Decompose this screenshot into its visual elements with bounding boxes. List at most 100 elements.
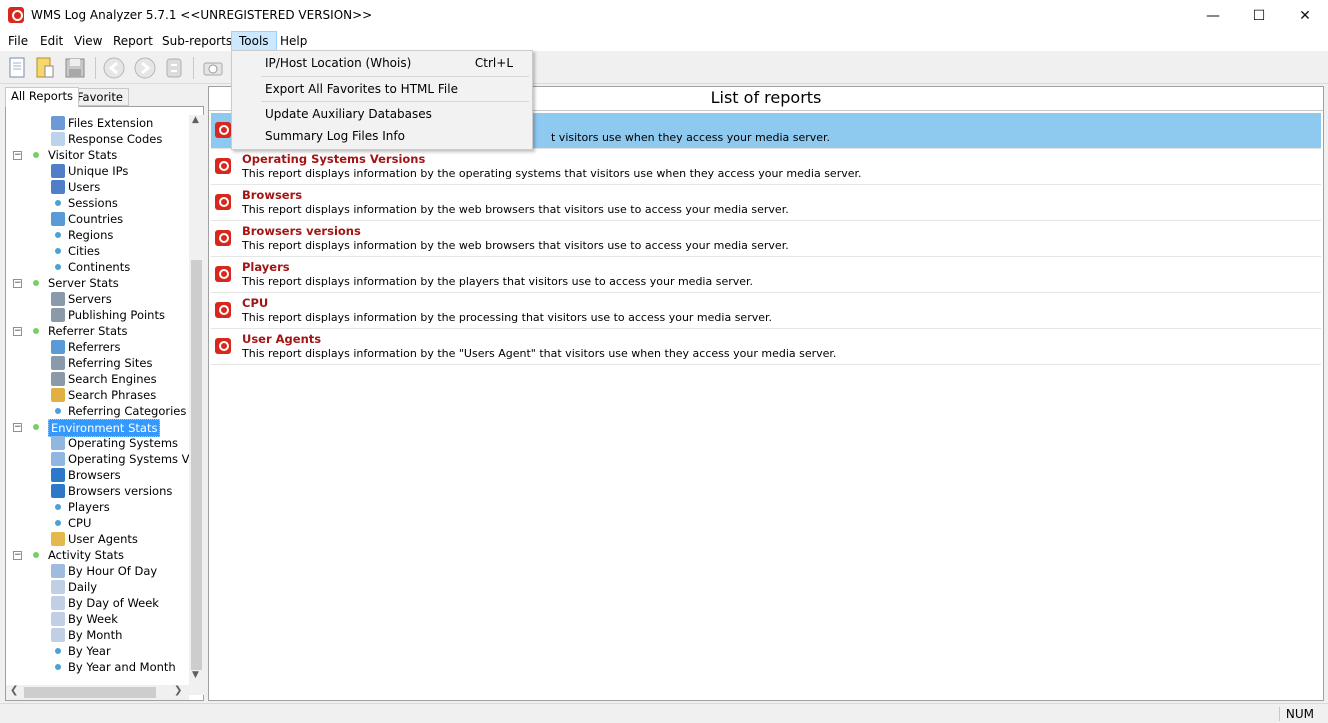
menu-item-export-favorites[interactable]: Export All Favorites to HTML File [234, 78, 530, 100]
forward-button[interactable] [133, 56, 157, 80]
tree-vertical-scrollbar[interactable]: ▲ ▼ [189, 115, 204, 695]
tree-item[interactable]: Unique IPs [6, 163, 189, 179]
tree-item[interactable]: By Week [6, 611, 189, 627]
back-button[interactable] [102, 56, 126, 80]
report-row[interactable]: Browsers This report displays information… [211, 185, 1321, 221]
tree-category[interactable]: − Server Stats [6, 275, 189, 291]
tree-item[interactable]: Daily [6, 579, 189, 595]
refresh-button[interactable] [162, 56, 186, 80]
collapse-toggle-icon[interactable]: − [13, 327, 22, 336]
open-button[interactable] [33, 56, 57, 80]
report-title[interactable]: Browsers versions [242, 224, 361, 238]
collapse-toggle-icon[interactable]: − [13, 151, 22, 160]
tree-item-label: Referrers [68, 340, 121, 354]
tree-horizontal-scrollbar[interactable]: ❮ ❯ [6, 685, 189, 700]
tab-favorite[interactable]: Favorite [71, 88, 129, 106]
tree-item[interactable]: Servers [6, 291, 189, 307]
new-report-button[interactable] [5, 56, 29, 80]
tree-category[interactable]: − Referrer Stats [6, 323, 189, 339]
item-dot-icon [55, 504, 61, 510]
report-title[interactable]: User Agents [242, 332, 321, 346]
status-bar: NUM [0, 703, 1328, 723]
tree-item[interactable]: Search Phrases [6, 387, 189, 403]
menu-view[interactable]: View [67, 31, 109, 51]
tree-category[interactable]: − Activity Stats [6, 547, 189, 563]
tree-item[interactable]: Search Engines [6, 371, 189, 387]
tree-item[interactable]: Operating Systems Versic [6, 451, 189, 467]
tree-item[interactable]: By Hour Of Day [6, 563, 189, 579]
report-row[interactable]: Players This report displays information … [211, 257, 1321, 293]
maximize-button[interactable]: ☐ [1236, 0, 1282, 31]
report-description: This report displays information by the … [242, 239, 789, 252]
menu-help[interactable]: Help [273, 31, 314, 51]
scroll-left-icon[interactable]: ❮ [10, 685, 18, 696]
tree-item[interactable]: Countries [6, 211, 189, 227]
menu-edit[interactable]: Edit [33, 31, 70, 51]
calendar-icon [51, 612, 65, 626]
tree-item[interactable]: Operating Systems [6, 435, 189, 451]
scroll-down-icon[interactable]: ▼ [192, 670, 199, 680]
tree-item[interactable]: User Agents [6, 531, 189, 547]
camera-icon [203, 62, 223, 76]
report-title[interactable]: Browsers [242, 188, 302, 202]
menu-item-update-databases[interactable]: Update Auxiliary Databases [234, 103, 530, 125]
tree-item[interactable]: Regions [6, 227, 189, 243]
report-row[interactable]: Operating Systems Versions This report di… [211, 149, 1321, 185]
close-button[interactable]: ✕ [1282, 0, 1328, 31]
reports-tree[interactable]: Files Extension Response Codes − Visitor St… [5, 106, 204, 701]
disc-icon [51, 436, 65, 450]
menu-item-summary-log-files[interactable]: Summary Log Files Info [234, 125, 530, 147]
menu-tools[interactable]: Tools [231, 31, 277, 51]
collapse-toggle-icon[interactable]: − [13, 551, 22, 560]
menu-sub-reports[interactable]: Sub-reports [155, 31, 239, 51]
save-button[interactable] [63, 56, 87, 80]
menu-file[interactable]: File [1, 31, 35, 51]
tree-vertical-scroll-thumb[interactable] [191, 260, 202, 670]
minimize-button[interactable]: — [1190, 0, 1236, 31]
report-title[interactable]: Operating Systems Versions [242, 152, 425, 166]
tab-all-reports[interactable]: All Reports [5, 87, 80, 107]
tree-item[interactable]: Files Extension [6, 115, 189, 131]
report-row[interactable]: Browsers versions This report displays in… [211, 221, 1321, 257]
collapse-toggle-icon[interactable]: − [13, 423, 22, 432]
menu-separator [261, 76, 529, 77]
tree-item[interactable]: Publishing Points [6, 307, 189, 323]
person-icon [51, 180, 65, 194]
tree-item[interactable]: Sessions [6, 195, 189, 211]
menu-bar: File Edit View Report Sub-reports Tools … [0, 31, 1328, 51]
tree-item-label: Browsers versions [68, 484, 173, 498]
tree-item[interactable]: Cities [6, 243, 189, 259]
num-lock-indicator: NUM [1278, 707, 1314, 721]
report-row[interactable]: User Agents This report displays informat… [211, 329, 1321, 365]
report-title[interactable]: Players [242, 260, 290, 274]
tree-item-label: By Week [68, 612, 118, 626]
tree-item[interactable]: Users [6, 179, 189, 195]
report-title[interactable]: CPU [242, 296, 268, 310]
tree-item-label: Countries [68, 212, 124, 226]
tree-category[interactable]: − Environment Stats [6, 419, 189, 437]
tree-item[interactable]: By Year and Month [6, 659, 189, 675]
tree-item[interactable]: CPU [6, 515, 189, 531]
screenshot-button[interactable] [201, 56, 225, 80]
scroll-up-icon[interactable]: ▲ [192, 115, 199, 125]
tree-category[interactable]: − Visitor Stats [6, 147, 189, 163]
tree-item[interactable]: Referrers [6, 339, 189, 355]
tree-item[interactable]: Browsers versions [6, 483, 189, 499]
tree-item[interactable]: Continents [6, 259, 189, 275]
tree-item[interactable]: By Day of Week [6, 595, 189, 611]
tree-item[interactable]: By Year [6, 643, 189, 659]
menu-report[interactable]: Report [106, 31, 160, 51]
tree-item[interactable]: By Month [6, 627, 189, 643]
tree-item[interactable]: Browsers [6, 467, 189, 483]
report-row[interactable]: CPU This report displays information by t… [211, 293, 1321, 329]
tree-item[interactable]: Response Codes [6, 131, 189, 147]
tree-item[interactable]: Players [6, 499, 189, 515]
save-disk-icon [65, 58, 85, 78]
tree-item[interactable]: Referring Sites [6, 355, 189, 371]
scroll-right-icon[interactable]: ❯ [174, 685, 182, 696]
tree-horizontal-scroll-thumb[interactable] [24, 687, 156, 698]
collapse-toggle-icon[interactable]: − [13, 279, 22, 288]
tree-item-label: Visitor Stats [48, 148, 118, 162]
menu-item-ip-host-location[interactable]: IP/Host Location (Whois) Ctrl+L [234, 52, 530, 74]
tree-item[interactable]: Referring Categories [6, 403, 189, 419]
